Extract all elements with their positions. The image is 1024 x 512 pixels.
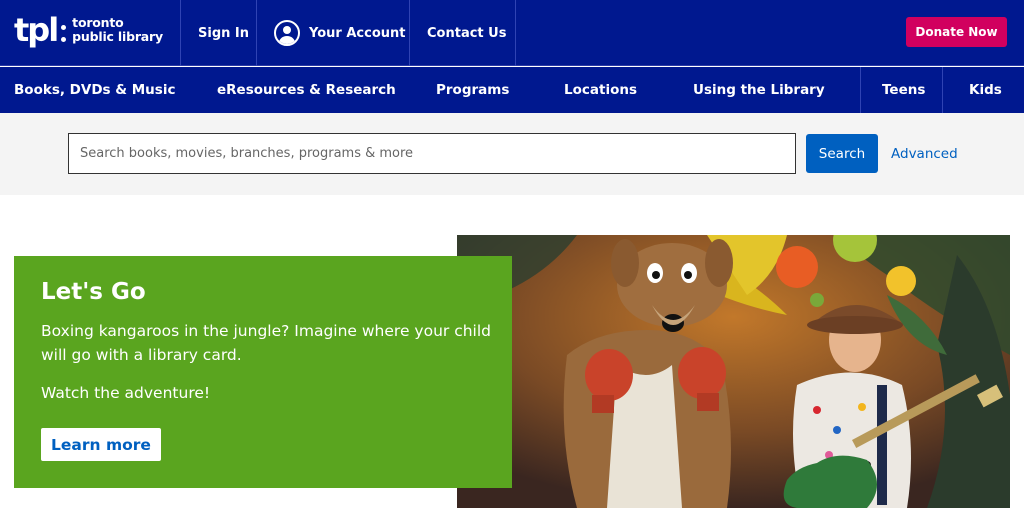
logo-line-1: toronto [72, 15, 124, 30]
search-button[interactable]: Search [806, 134, 878, 173]
header-divider [409, 0, 410, 66]
nav-using-the-library[interactable]: Using the Library [693, 67, 825, 113]
nav-programs[interactable]: Programs [436, 67, 509, 113]
nav-divider [942, 67, 943, 113]
your-account-link[interactable]: Your Account [274, 0, 405, 66]
your-account-label: Your Account [309, 25, 406, 41]
header-divider [515, 0, 516, 66]
contact-us-link[interactable]: Contact Us [427, 0, 506, 66]
learn-more-button[interactable]: Learn more [41, 428, 161, 461]
logo-wordmark: toronto public library [72, 16, 163, 44]
logo-line-2: public library [72, 29, 163, 44]
logo-mark: tpl [14, 11, 59, 49]
header-divider [180, 0, 181, 66]
search-input[interactable] [68, 133, 796, 174]
main-navigation: Books, DVDs & Music eResources & Researc… [0, 67, 1024, 113]
header-divider [256, 0, 257, 66]
tpl-logo[interactable]: tpl toronto public library [14, 14, 163, 46]
hero-title: Let's Go [41, 279, 146, 305]
user-account-icon [274, 20, 300, 46]
hero-image [457, 235, 1010, 508]
nav-kids[interactable]: Kids [969, 67, 1002, 113]
nav-locations[interactable]: Locations [564, 67, 637, 113]
hero-subtext: Watch the adventure! [41, 384, 211, 402]
top-header: tpl toronto public library Sign In Your … [0, 0, 1024, 66]
nav-teens[interactable]: Teens [882, 67, 925, 113]
advanced-search-link[interactable]: Advanced [891, 134, 958, 173]
nav-divider [860, 67, 861, 113]
nav-books-dvds-music[interactable]: Books, DVDs & Music [14, 67, 175, 113]
sign-in-link[interactable]: Sign In [198, 0, 249, 66]
hero-description: Boxing kangaroos in the jungle? Imagine … [41, 322, 491, 364]
donate-now-button[interactable]: Donate Now [906, 17, 1007, 47]
logo-colon-icon [61, 24, 67, 42]
nav-eresources-research[interactable]: eResources & Research [217, 67, 396, 113]
hero-card: Let's Go Boxing kangaroos in the jungle?… [14, 256, 512, 488]
search-bar: Search Advanced [0, 113, 1024, 195]
